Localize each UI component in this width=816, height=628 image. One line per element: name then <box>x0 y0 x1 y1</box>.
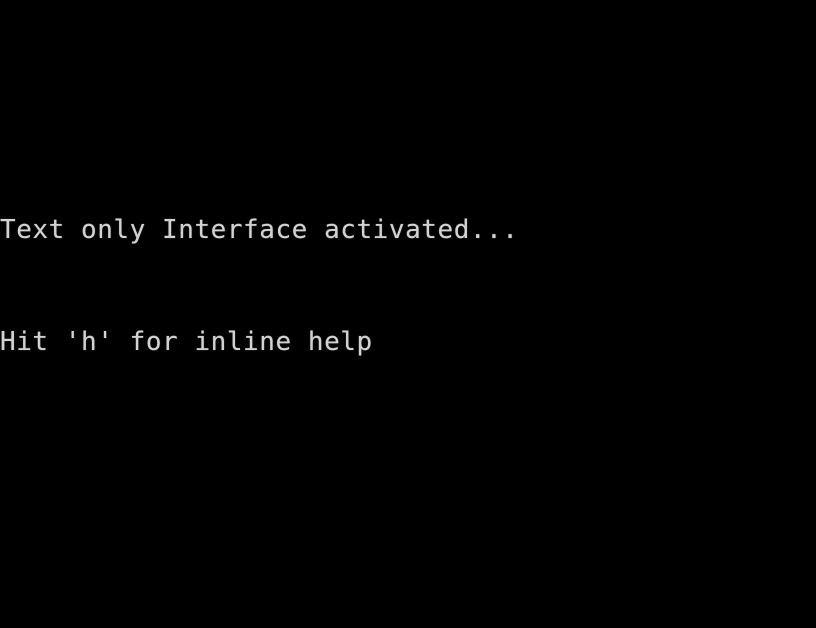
banner-line-1: Text only Interface activated... <box>0 214 519 245</box>
banner-line-2: Hit 'h' for inline help <box>0 327 373 357</box>
terminal-screen[interactable]: Text only Interface activated... Hit 'h'… <box>0 0 816 628</box>
terminal-output: Text only Interface activated... Hit 'h'… <box>0 24 681 628</box>
banner-block: Text only Interface activated... Hit 'h'… <box>0 137 681 437</box>
